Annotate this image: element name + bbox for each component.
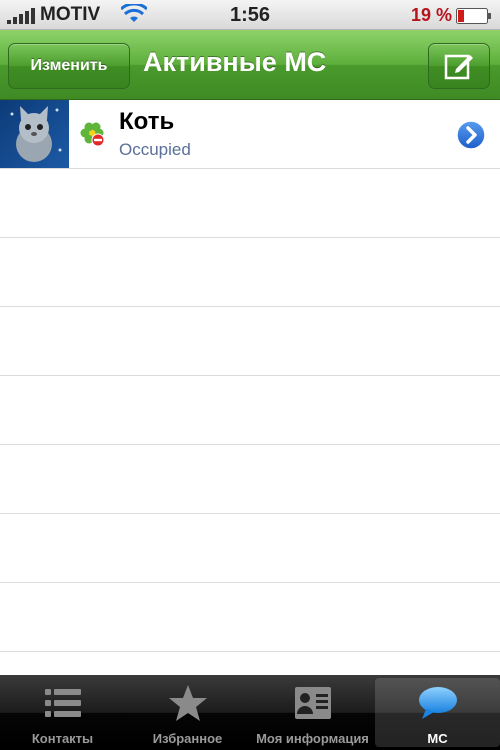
empty-row [0,307,500,376]
speech-bubble-icon [418,687,457,719]
list-icon [44,689,81,717]
battery-icon [456,8,491,24]
contact-status: Occupied [119,140,191,159]
star-icon [168,685,207,721]
tab-label: МС [427,731,448,746]
compose-button[interactable] [428,43,490,89]
conversation-list: Коть Occupied [0,100,500,675]
conversation-row[interactable]: Коть Occupied [0,100,500,169]
contact-name: Коть [119,108,175,135]
tab-bar: Контакты Избранное Моя информация МС [0,675,500,750]
chevron-right-icon[interactable] [456,120,486,150]
tab-my-info[interactable]: Моя информация [250,675,375,750]
tab-label: Избранное [152,731,223,746]
tab-label: Контакты [31,731,94,746]
icq-occupied-icon [80,122,105,147]
cat-avatar [0,100,69,168]
tab-favorites[interactable]: Избранное [125,675,250,750]
empty-row [0,583,500,652]
compose-icon [444,54,473,80]
tab-messages[interactable]: МС [375,678,500,747]
tab-label: Моя информация [256,731,369,746]
navigation-bar: Изменить Активные МС [0,30,500,100]
empty-row [0,376,500,445]
empty-row [0,169,500,238]
contact-card-icon [294,687,331,719]
empty-row [0,514,500,583]
edit-button[interactable]: Изменить [8,43,130,89]
tab-contacts[interactable]: Контакты [0,675,125,750]
empty-row [0,445,500,514]
battery-percentage: 19 % [410,5,452,25]
empty-row [0,238,500,307]
page-title: Активные МС [143,47,327,77]
status-bar: MOTIV 1:56 19 % [0,0,500,30]
